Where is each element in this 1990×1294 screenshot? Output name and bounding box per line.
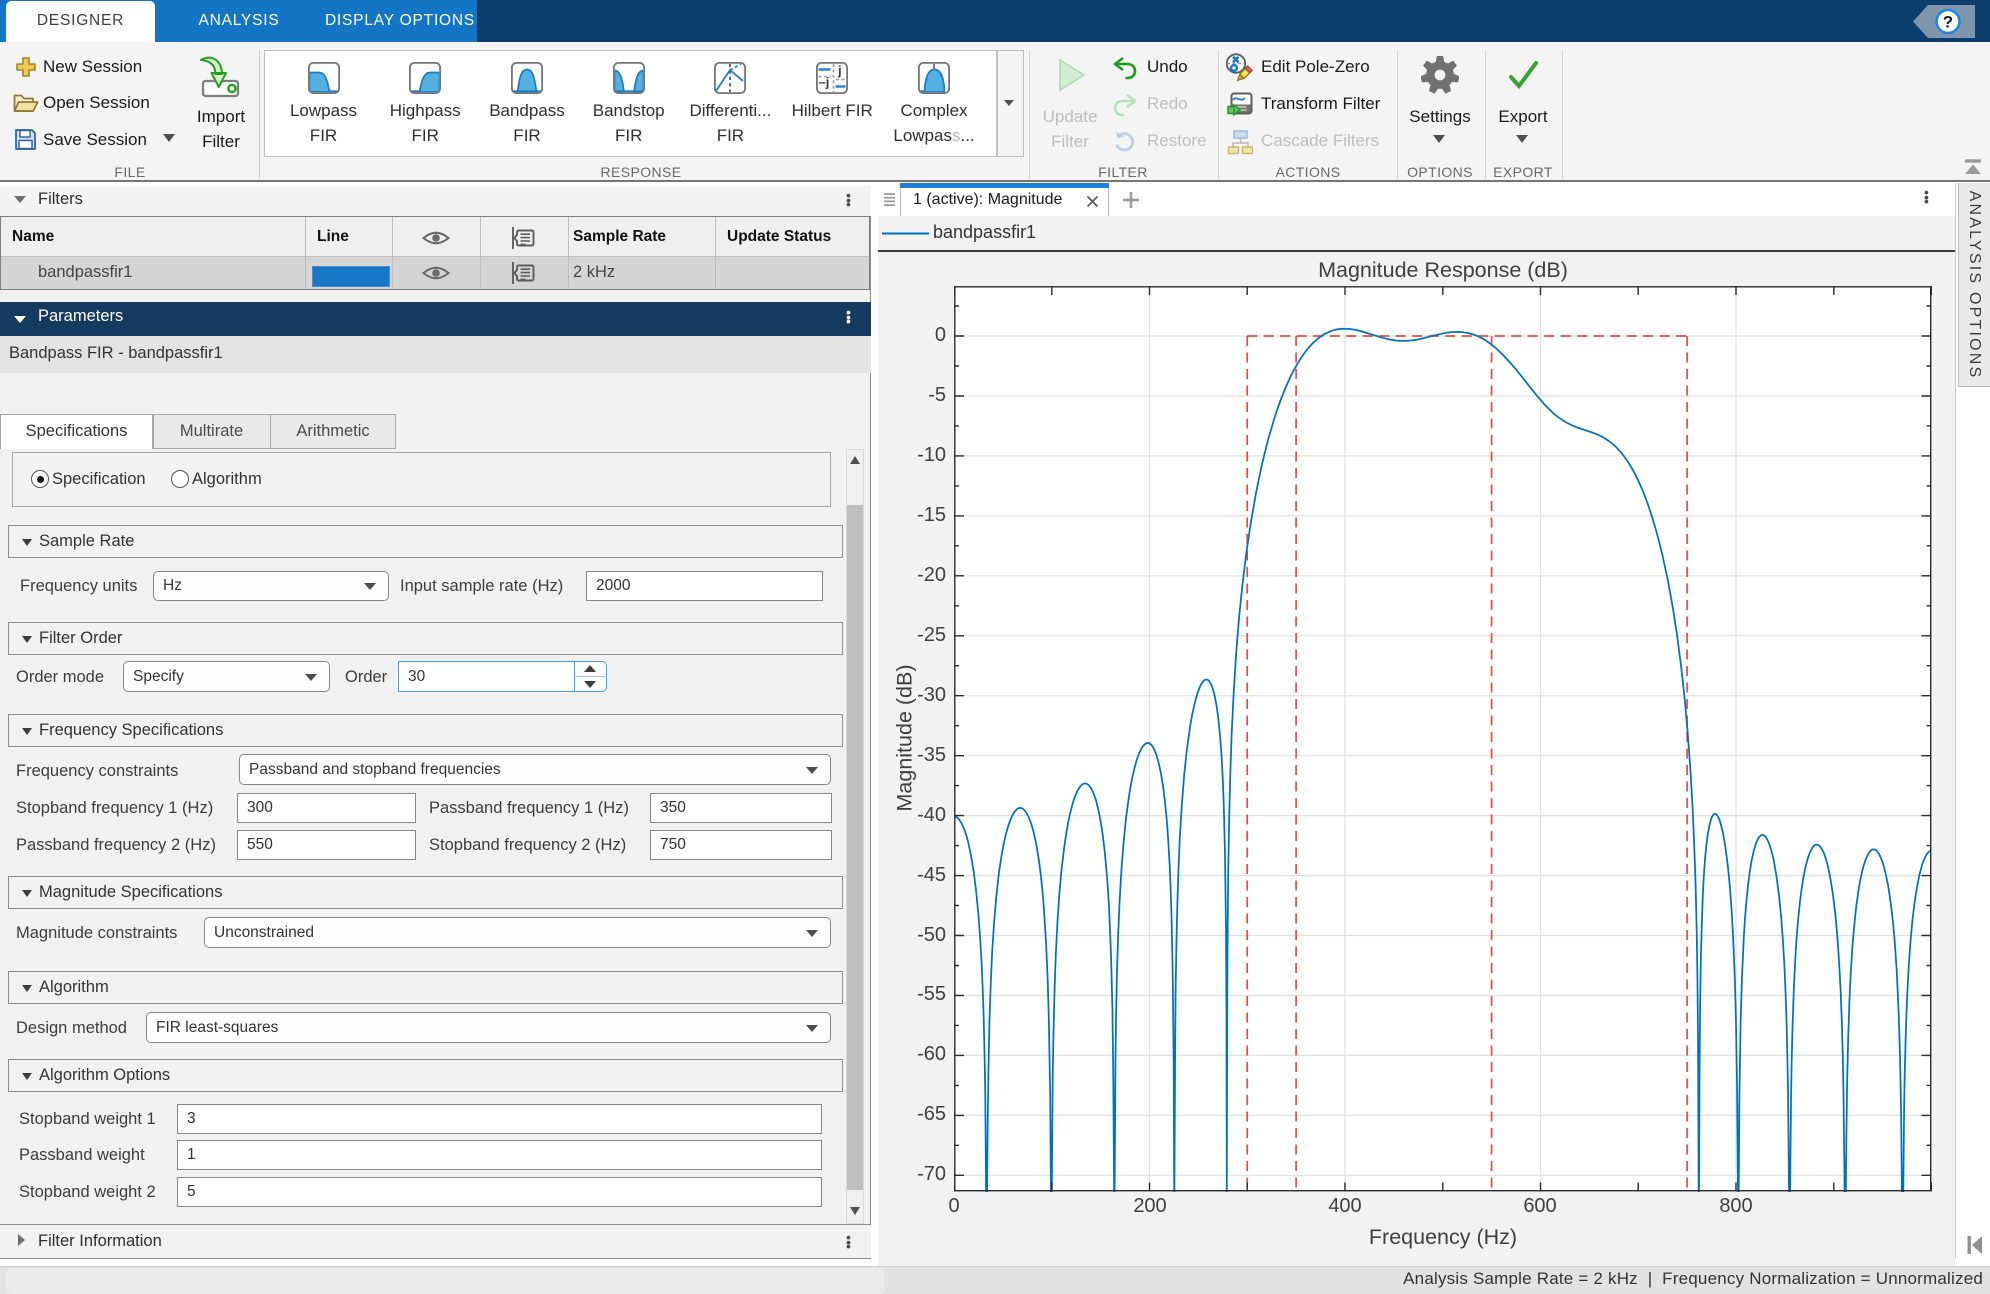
svg-text:j: j: [837, 63, 842, 78]
svg-text:–j: –j: [819, 75, 830, 90]
svg-text:?: ?: [1943, 13, 1953, 32]
